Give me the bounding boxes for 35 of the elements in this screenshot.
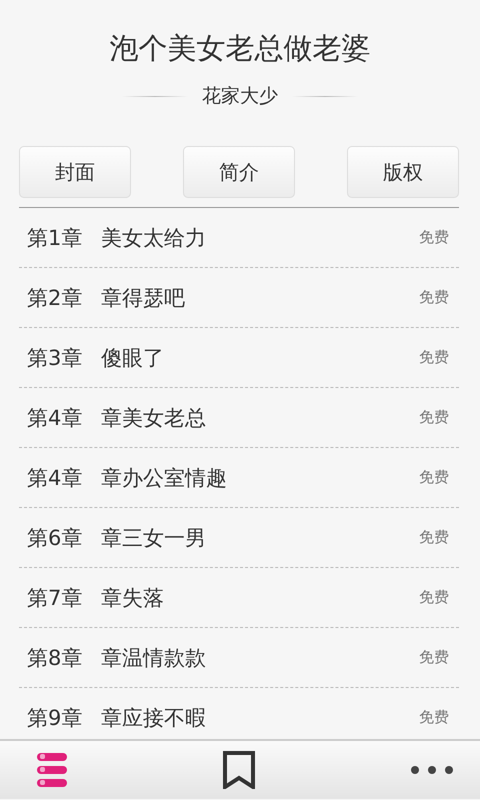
price-label: 免费 [419,468,449,487]
tab-button[interactable]: 版权 [347,146,459,198]
chapter-title: 章得瑟吧 [101,284,186,312]
book-title: 泡个美女老总做老婆 [108,30,372,67]
chapter-number: 第2章 [27,284,84,312]
more-icon[interactable] [410,765,454,775]
chapter-number: 第6章 [27,524,84,552]
chapter-number: 第3章 [27,344,84,372]
chapter-title: 美女太给力 [101,224,207,252]
chapter-title: 章三女一男 [101,524,207,552]
tab-button[interactable]: 简介 [183,146,295,198]
price-label: 免费 [419,528,449,547]
tab-button[interactable]: 封面 [19,146,131,198]
price-label: 免费 [419,288,449,307]
bookmark-icon[interactable] [223,751,255,789]
chapter-title: 章应接不暇 [101,704,207,732]
price-label: 免费 [419,708,449,727]
price-label: 免费 [419,648,449,667]
menu-icon[interactable] [36,752,68,788]
price-label: 免费 [419,588,449,607]
price-label: 免费 [419,348,449,367]
author-name: 花家大少 [202,84,278,109]
chapter-number: 第4章 [27,404,84,432]
chapter-number: 第4章 [27,464,84,492]
chapter-title: 章办公室情趣 [101,464,228,492]
chapter-number: 第9章 [27,704,84,732]
price-label: 免费 [419,228,449,247]
price-label: 免费 [419,408,449,427]
chapter-title: 傻眼了 [101,344,165,372]
chapter-title: 章美女老总 [101,404,207,432]
chapter-number: 第8章 [27,644,84,672]
chapter-number: 第7章 [27,584,84,612]
chapter-title: 章温情款款 [101,644,207,672]
chapter-title: 章失落 [101,584,165,612]
chapter-number: 第1章 [27,224,84,252]
